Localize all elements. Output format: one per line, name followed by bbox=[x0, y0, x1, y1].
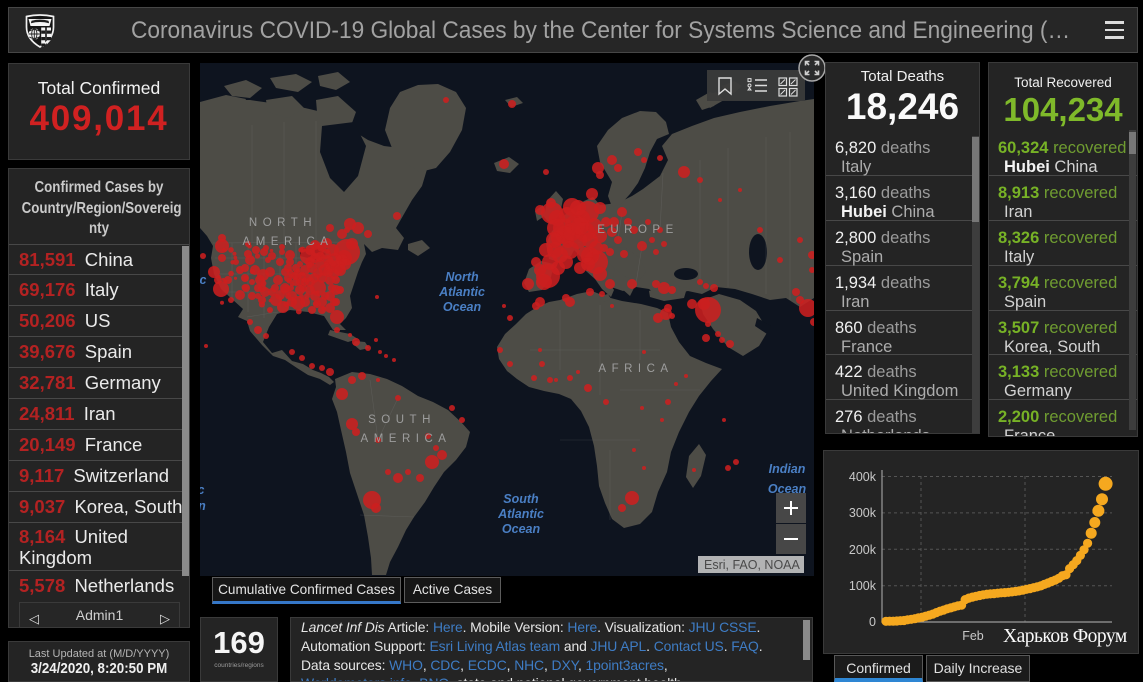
svg-text:North: North bbox=[445, 270, 479, 284]
svg-text:SOUTH: SOUTH bbox=[368, 414, 436, 426]
svg-text:Feb: Feb bbox=[962, 629, 984, 643]
svg-text:Indian: Indian bbox=[769, 462, 806, 476]
svg-text:Atlantic: Atlantic bbox=[438, 285, 485, 299]
svg-text:AFRICA: AFRICA bbox=[598, 363, 673, 375]
svg-text:South: South bbox=[503, 492, 539, 506]
svg-text:Ocean: Ocean bbox=[502, 522, 541, 536]
svg-text:100k: 100k bbox=[849, 579, 877, 593]
svg-text:0: 0 bbox=[869, 615, 876, 629]
svg-text:EUROPE: EUROPE bbox=[597, 224, 679, 236]
svg-text:n: n bbox=[200, 499, 206, 513]
svg-text:c: c bbox=[200, 273, 207, 287]
svg-text:c: c bbox=[200, 483, 205, 497]
svg-text:400k: 400k bbox=[849, 470, 877, 484]
svg-text:Esri, FAO, NOAA: Esri, FAO, NOAA bbox=[704, 558, 801, 572]
svg-text:300k: 300k bbox=[849, 506, 877, 520]
svg-text:AMERICA: AMERICA bbox=[361, 433, 452, 445]
svg-text:AMERICA: AMERICA bbox=[243, 236, 334, 248]
svg-text:Atlantic: Atlantic bbox=[497, 507, 544, 521]
svg-text:200k: 200k bbox=[849, 543, 877, 557]
svg-text:Ocean: Ocean bbox=[443, 300, 482, 314]
svg-text:NORTH: NORTH bbox=[249, 217, 317, 229]
